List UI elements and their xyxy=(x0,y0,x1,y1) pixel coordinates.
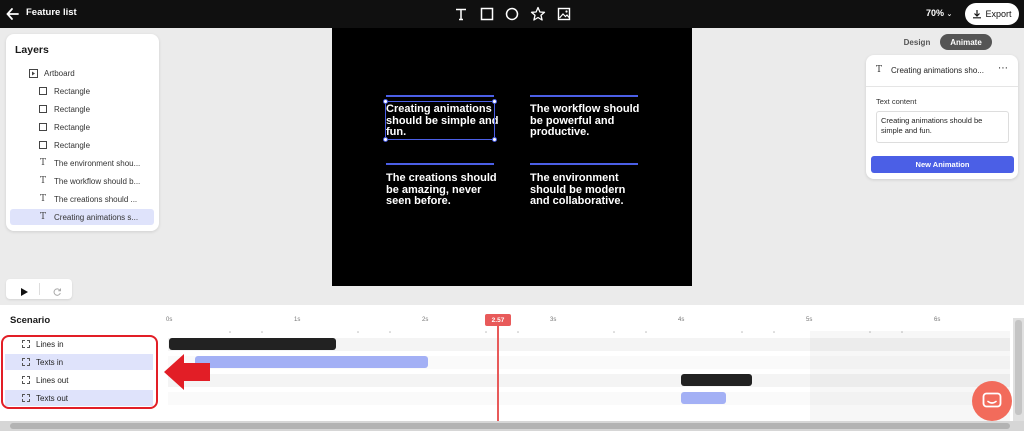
animation-bar-texts-out[interactable] xyxy=(681,392,726,404)
rectangle-icon xyxy=(38,104,48,114)
back-arrow-icon[interactable] xyxy=(6,4,22,24)
layer-label: Rectangle xyxy=(54,140,91,150)
top-bar: Feature list 70% ⌄ Export xyxy=(0,0,1024,28)
mode-toggle: Design Animate xyxy=(894,34,994,50)
tab-animate[interactable]: Animate xyxy=(940,34,992,50)
artboard-icon xyxy=(28,68,38,78)
layer-item[interactable]: Rectangle xyxy=(10,83,154,99)
text-content-field[interactable] xyxy=(876,111,1009,143)
layer-item[interactable]: T The creations should ... xyxy=(10,191,154,207)
canvas-text-2[interactable]: The workflow should be powerful and prod… xyxy=(530,103,645,139)
text-layer-icon: T xyxy=(39,194,46,204)
text-layer-icon: T xyxy=(39,212,46,222)
scrollbar-thumb[interactable] xyxy=(10,423,1010,429)
resize-handle[interactable] xyxy=(383,137,388,142)
minor-ticks xyxy=(200,320,1000,333)
rectangle-icon xyxy=(38,86,48,96)
star-tool-icon[interactable] xyxy=(529,5,547,23)
card-line xyxy=(530,163,638,165)
horizontal-scrollbar[interactable] xyxy=(0,421,1024,431)
divider xyxy=(39,283,40,295)
layer-label: The workflow should b... xyxy=(54,176,141,186)
new-animation-button[interactable]: New Animation xyxy=(871,156,1014,173)
download-icon xyxy=(973,10,982,19)
layer-label: The creations should ... xyxy=(54,194,138,204)
layers-title: Layers xyxy=(15,44,49,56)
animation-bar-lines-out[interactable] xyxy=(681,374,752,386)
export-button[interactable]: Export xyxy=(965,3,1019,25)
layer-label: Rectangle xyxy=(54,122,91,132)
rectangle-tool-icon[interactable] xyxy=(478,5,496,23)
layer-label: Rectangle xyxy=(54,86,91,96)
zoom-value: 70% xyxy=(926,8,945,18)
playback-controls xyxy=(6,279,72,299)
layer-item[interactable]: Rectangle xyxy=(10,119,154,135)
tab-design[interactable]: Design xyxy=(894,34,940,50)
animation-panel: T Creating animations sho... ⋯ Text cont… xyxy=(866,55,1018,179)
ellipse-tool-icon[interactable] xyxy=(503,5,521,23)
scrollbar-thumb[interactable] xyxy=(1015,320,1022,415)
card-line xyxy=(386,163,494,165)
layer-item[interactable]: Rectangle xyxy=(10,137,154,153)
document-title: Feature list xyxy=(26,7,77,18)
rectangle-icon xyxy=(38,122,48,132)
layer-item-selected[interactable]: T Creating animations s... xyxy=(10,209,154,225)
chevron-down-icon: ⌄ xyxy=(946,11,953,18)
play-icon[interactable] xyxy=(19,284,29,302)
layer-artboard[interactable]: Artboard xyxy=(10,65,154,81)
vertical-scrollbar[interactable] xyxy=(1013,318,1024,421)
card-line xyxy=(530,95,638,97)
export-label: Export xyxy=(985,9,1012,19)
resize-handle[interactable] xyxy=(383,99,388,104)
playhead-line[interactable] xyxy=(497,326,499,431)
animation-bar-texts-in[interactable] xyxy=(195,356,428,368)
animation-bar-lines-in[interactable] xyxy=(169,338,336,350)
canvas-text-3[interactable]: The creations should be amazing, never s… xyxy=(386,172,501,208)
layer-label: Artboard xyxy=(44,68,75,78)
layer-label: Rectangle xyxy=(54,104,91,114)
resize-handle[interactable] xyxy=(492,137,497,142)
text-content-label: Text content xyxy=(876,97,917,106)
panel-title: Creating animations sho... xyxy=(891,66,984,75)
chat-support-button[interactable] xyxy=(972,381,1012,421)
annotation-arrow-icon xyxy=(162,350,212,394)
canvas-text-4[interactable]: The environment should be modern and col… xyxy=(530,172,645,208)
text-layer-icon: T xyxy=(39,176,46,186)
layer-item[interactable]: Rectangle xyxy=(10,101,154,117)
card-line xyxy=(386,95,494,97)
rectangle-icon xyxy=(38,140,48,150)
playhead-time[interactable]: 2.57 xyxy=(485,314,511,326)
annotation-highlight-box xyxy=(1,335,158,409)
more-options-icon[interactable]: ⋯ xyxy=(998,63,1008,74)
layer-item[interactable]: T The environment shou... xyxy=(10,155,154,171)
tick-label: 0s xyxy=(166,317,173,323)
artboard-canvas[interactable] xyxy=(332,28,692,286)
layer-label: The environment shou... xyxy=(54,158,141,168)
image-tool-icon[interactable] xyxy=(555,5,573,23)
layer-item[interactable]: T The workflow should b... xyxy=(10,173,154,189)
layers-panel: Layers Artboard Rectangle Rectangle Rect… xyxy=(6,34,159,231)
resize-handle[interactable] xyxy=(492,99,497,104)
text-layer-icon: T xyxy=(876,65,883,75)
text-layer-icon: T xyxy=(39,158,46,168)
text-tool-icon[interactable] xyxy=(452,5,470,23)
zoom-dropdown[interactable]: 70% ⌄ xyxy=(926,8,952,18)
divider xyxy=(866,86,1018,87)
layer-label: Creating animations s... xyxy=(54,212,139,222)
timeline-title: Scenario xyxy=(10,315,51,326)
loop-icon[interactable] xyxy=(52,284,62,302)
selection-box[interactable] xyxy=(385,101,495,140)
chat-icon xyxy=(982,392,1002,408)
